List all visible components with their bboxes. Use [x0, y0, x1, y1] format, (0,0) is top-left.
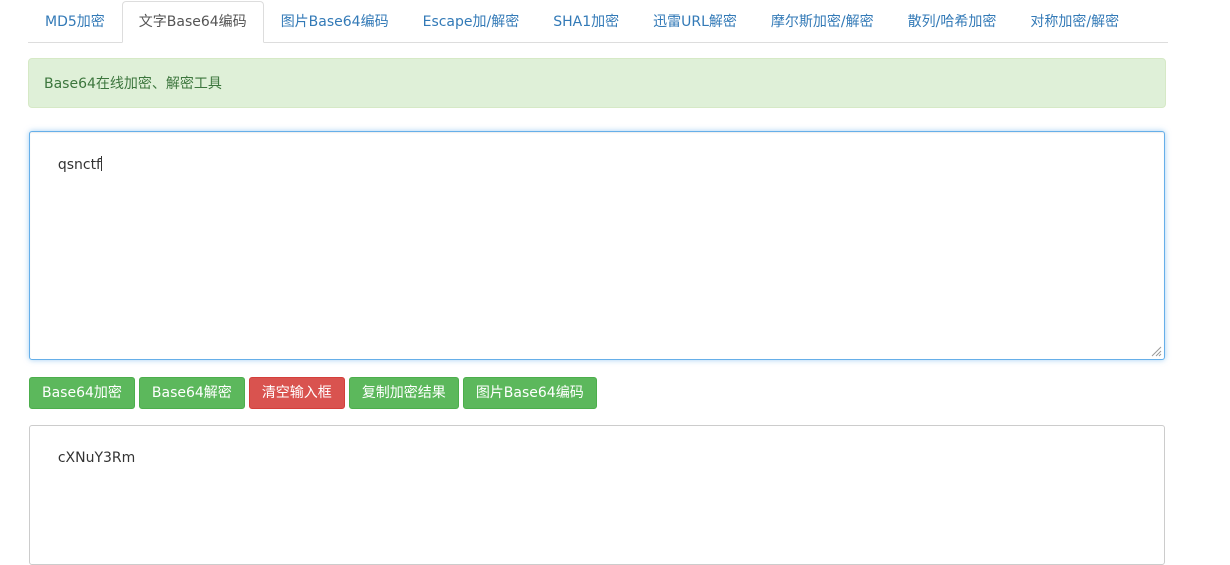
output-textarea[interactable]: cXNuY3Rm: [29, 425, 1165, 565]
tab-text-base64[interactable]: 文字Base64编码: [121, 1, 264, 43]
tab-hash[interactable]: 散列/哈希加密: [891, 1, 1014, 42]
info-alert: Base64在线加密、解密工具: [28, 58, 1166, 108]
copy-result-button[interactable]: 复制加密结果: [348, 377, 459, 409]
tab-symmetric[interactable]: 对称加密/解密: [1013, 1, 1136, 42]
tab-image-base64[interactable]: 图片Base64编码: [264, 1, 406, 42]
input-textarea[interactable]: qsnctf: [29, 131, 1165, 360]
input-value: qsnctf: [57, 157, 101, 173]
tab-morse[interactable]: 摩尔斯加密/解密: [754, 1, 891, 42]
tab-md5[interactable]: MD5加密: [28, 1, 122, 42]
output-value: cXNuY3Rm: [57, 450, 136, 466]
resize-grip-icon[interactable]: [1150, 345, 1162, 357]
alert-text: Base64在线加密、解密工具: [44, 76, 222, 92]
image-base64-button[interactable]: 图片Base64编码: [462, 377, 597, 409]
base64-encode-button[interactable]: Base64加密: [29, 377, 135, 409]
tool-tabs: MD5加密 文字Base64编码 图片Base64编码 Escape加/解密 S…: [28, 0, 1168, 43]
clear-input-button[interactable]: 清空输入框: [248, 377, 345, 409]
base64-decode-button[interactable]: Base64解密: [138, 377, 245, 409]
tab-escape[interactable]: Escape加/解密: [406, 1, 537, 42]
text-caret: [100, 156, 102, 171]
tab-thunder-url[interactable]: 迅雷URL解密: [636, 1, 754, 42]
tab-sha1[interactable]: SHA1加密: [536, 1, 636, 42]
base64-tool-panel: MD5加密 文字Base64编码 图片Base64编码 Escape加/解密 S…: [28, 0, 1168, 565]
action-buttons: Base64加密 Base64解密 清空输入框 复制加密结果 图片Base64编…: [29, 377, 597, 409]
